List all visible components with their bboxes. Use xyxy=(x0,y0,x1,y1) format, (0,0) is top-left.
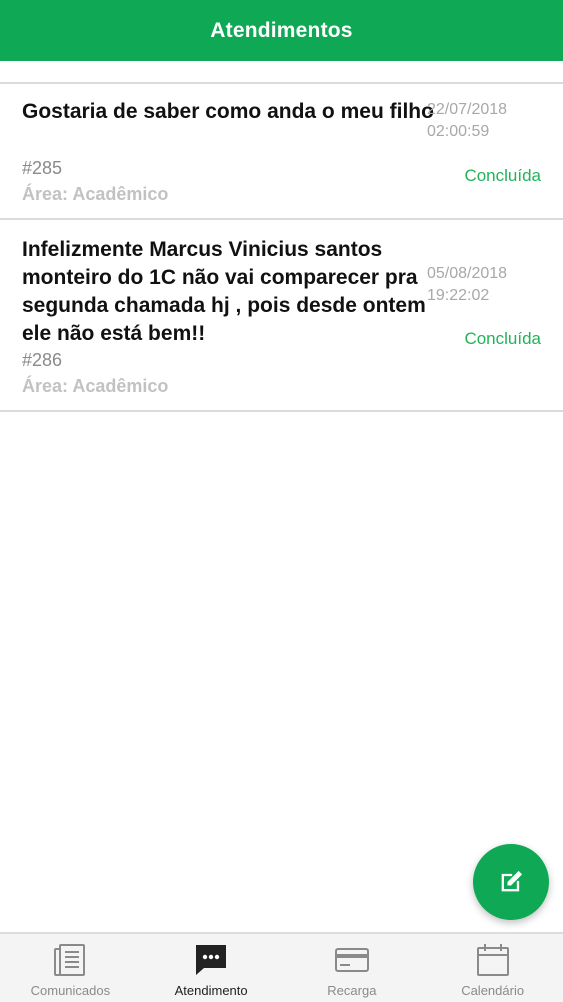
credit-card-icon xyxy=(334,943,370,977)
ticket-area: Área: Acadêmico xyxy=(22,184,169,204)
ticket-date-day: 05/08/2018 xyxy=(427,265,508,282)
ticket-item[interactable]: Gostaria de saber como anda o meu filho … xyxy=(0,84,563,220)
document-icon xyxy=(53,943,87,977)
ticket-subject: Infelizmente Marcus Vinicius santos mont… xyxy=(22,238,426,345)
ticket-list: Gostaria de saber como anda o meu filho … xyxy=(0,82,563,412)
ticket-item[interactable]: Infelizmente Marcus Vinicius santos mont… xyxy=(0,220,563,412)
nav-item-atendimento[interactable]: Atendimento xyxy=(141,934,282,1002)
nav-item-comunicados[interactable]: Comunicados xyxy=(0,934,141,1002)
nav-label: Recarga xyxy=(327,983,377,998)
nav-item-calendario[interactable]: Calendário xyxy=(422,934,563,1002)
ticket-number: #286 xyxy=(22,350,63,370)
ticket-number: #285 xyxy=(22,158,63,178)
nav-label: Comunicados xyxy=(30,983,111,998)
ticket-date-time: 02:00:59 xyxy=(427,123,490,140)
chat-icon xyxy=(194,943,228,977)
page-title: Atendimentos xyxy=(210,18,353,42)
ticket-area: Área: Acadêmico xyxy=(22,376,169,396)
ticket-date-day: 22/07/2018 xyxy=(427,101,508,118)
ticket-date: 05/08/2018 19:22:02 xyxy=(427,263,507,307)
status-badge: Concluída xyxy=(464,329,541,348)
nav-label: Calendário xyxy=(461,983,525,998)
calendar-icon xyxy=(476,943,510,977)
app-header: Atendimentos xyxy=(0,0,563,61)
bottom-nav: Comunicados Atendimento Recarga Calendár… xyxy=(0,932,563,1002)
ticket-date: 22/07/2018 02:00:59 xyxy=(427,99,507,143)
ticket-date-time: 19:22:02 xyxy=(427,287,490,304)
nav-label: Atendimento xyxy=(174,983,248,998)
compose-icon xyxy=(501,870,523,892)
status-badge: Concluída xyxy=(464,166,541,185)
ticket-subject: Gostaria de saber como anda o meu filho xyxy=(22,100,434,123)
new-ticket-button[interactable] xyxy=(473,844,549,920)
nav-item-recarga[interactable]: Recarga xyxy=(282,934,423,1002)
